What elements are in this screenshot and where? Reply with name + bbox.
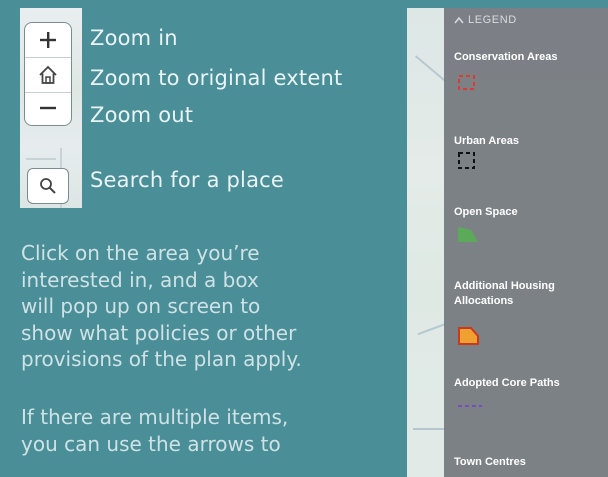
legend-label-additional-housing-allocations: Additional Housing Allocations <box>454 280 555 307</box>
instructions-line: show what policies or other <box>21 320 297 345</box>
plus-icon <box>40 32 56 48</box>
zoom-out-button[interactable] <box>25 91 71 125</box>
instructions-line: you can use the arrows to <box>21 431 281 456</box>
legend-label-conservation-areas: Conservation Areas <box>454 51 558 63</box>
zoom-in-button[interactable] <box>25 23 71 57</box>
legend-title: LEGEND <box>468 14 517 26</box>
zoom-out-label: Zoom out <box>90 103 194 127</box>
legend-label-urban-areas: Urban Areas <box>454 135 520 147</box>
instructions-line: provisions of the plan apply. <box>21 347 302 371</box>
home-icon <box>39 65 57 84</box>
search-icon <box>40 178 56 194</box>
open-space-symbol <box>458 227 478 242</box>
zoom-home-button[interactable] <box>25 57 71 93</box>
urban-areas-symbol <box>458 152 475 169</box>
zoom-in-label: Zoom in <box>90 26 178 50</box>
instructions-line: will pop up on screen to <box>21 294 261 318</box>
instructions-line: interested in, and a box <box>21 267 259 292</box>
minus-icon <box>40 106 56 110</box>
search-button[interactable] <box>27 168 69 204</box>
instructions-paragraph-2: If there are multiple items, you can use… <box>21 404 401 457</box>
legend-header[interactable]: LEGEND <box>454 14 517 26</box>
housing-allocations-symbol <box>458 327 479 345</box>
zoom-control-group <box>24 22 72 126</box>
legend-label-adopted-core-paths: Adopted Core Paths <box>454 377 560 389</box>
search-label: Search for a place <box>90 168 285 192</box>
instructions-line: If there are multiple items, <box>21 405 289 429</box>
chevron-up-icon <box>454 16 464 24</box>
conservation-areas-symbol <box>458 75 475 90</box>
legend-label-town-centres: Town Centres <box>454 456 526 468</box>
legend-label-open-space: Open Space <box>454 206 518 218</box>
instructions-line: Click on the area you’re <box>21 241 260 265</box>
zoom-home-label: Zoom to original extent <box>90 66 343 90</box>
instructions-paragraph-1: Click on the area you’re interested in, … <box>21 240 401 373</box>
core-paths-symbol <box>458 405 482 407</box>
